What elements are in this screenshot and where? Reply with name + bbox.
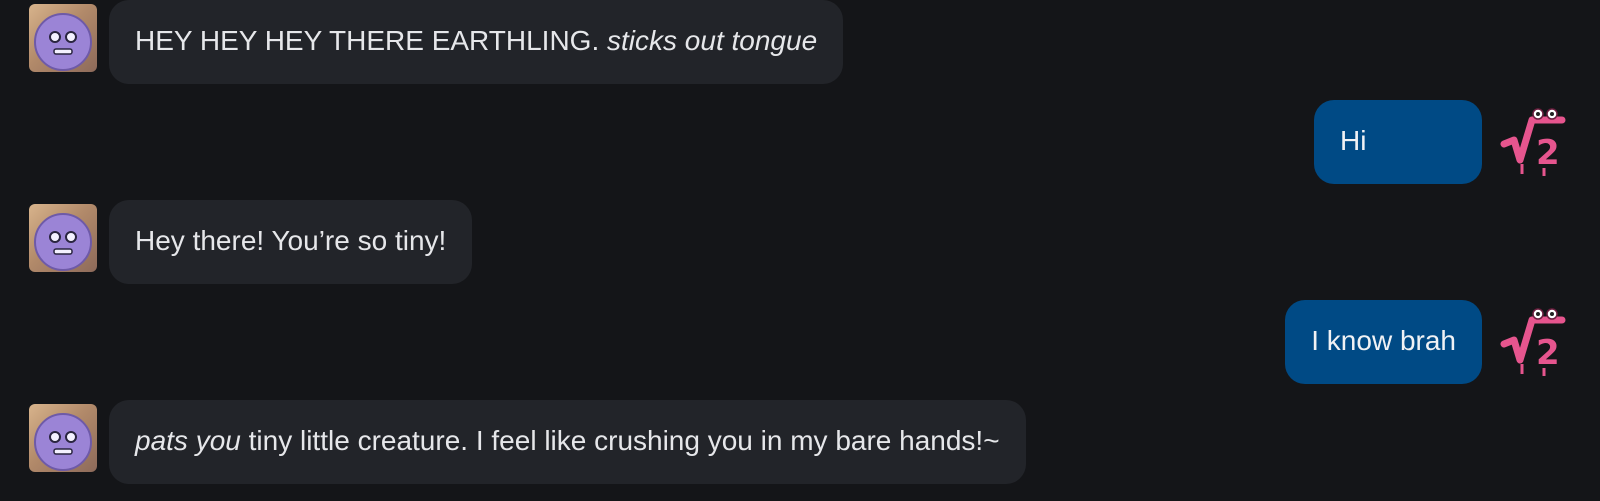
svg-text:2: 2: [1536, 333, 1560, 373]
user-avatar-icon[interactable]: 2: [1492, 302, 1570, 380]
message-bubble: Hi: [1314, 100, 1482, 184]
message-text: Hey there! You’re so tiny!: [135, 225, 447, 256]
bot-avatar-icon[interactable]: [29, 404, 97, 472]
user-avatar-icon[interactable]: 2: [1492, 102, 1570, 180]
message-bubble: Hey there! You’re so tiny!: [109, 200, 473, 284]
message-row-bot: pats you tiny little creature. I feel li…: [29, 400, 1026, 484]
message-row-user: 2 Hi: [1314, 100, 1570, 184]
svg-text:2: 2: [1536, 133, 1560, 173]
message-row-user: 2 I know brah: [1285, 300, 1570, 384]
message-text: I know brah: [1311, 325, 1456, 356]
bot-avatar-icon[interactable]: [29, 4, 97, 72]
chat-log: HEY HEY HEY THERE EARTHLING. sticks out …: [0, 0, 1600, 501]
bot-avatar-icon[interactable]: [29, 204, 97, 272]
message-text-italic: pats you: [135, 425, 241, 456]
message-row-bot: Hey there! You’re so tiny!: [29, 200, 473, 284]
message-bubble: I know brah: [1285, 300, 1482, 384]
message-text-italic: sticks out tongue: [607, 25, 818, 56]
message-bubble: pats you tiny little creature. I feel li…: [109, 400, 1026, 484]
message-text: Hi: [1340, 125, 1367, 156]
message-text: tiny little creature. I feel like crushi…: [240, 425, 1000, 456]
message-bubble: HEY HEY HEY THERE EARTHLING. sticks out …: [109, 0, 844, 84]
message-text: HEY HEY HEY THERE EARTHLING.: [135, 25, 608, 56]
message-row-bot: HEY HEY HEY THERE EARTHLING. sticks out …: [29, 0, 844, 84]
